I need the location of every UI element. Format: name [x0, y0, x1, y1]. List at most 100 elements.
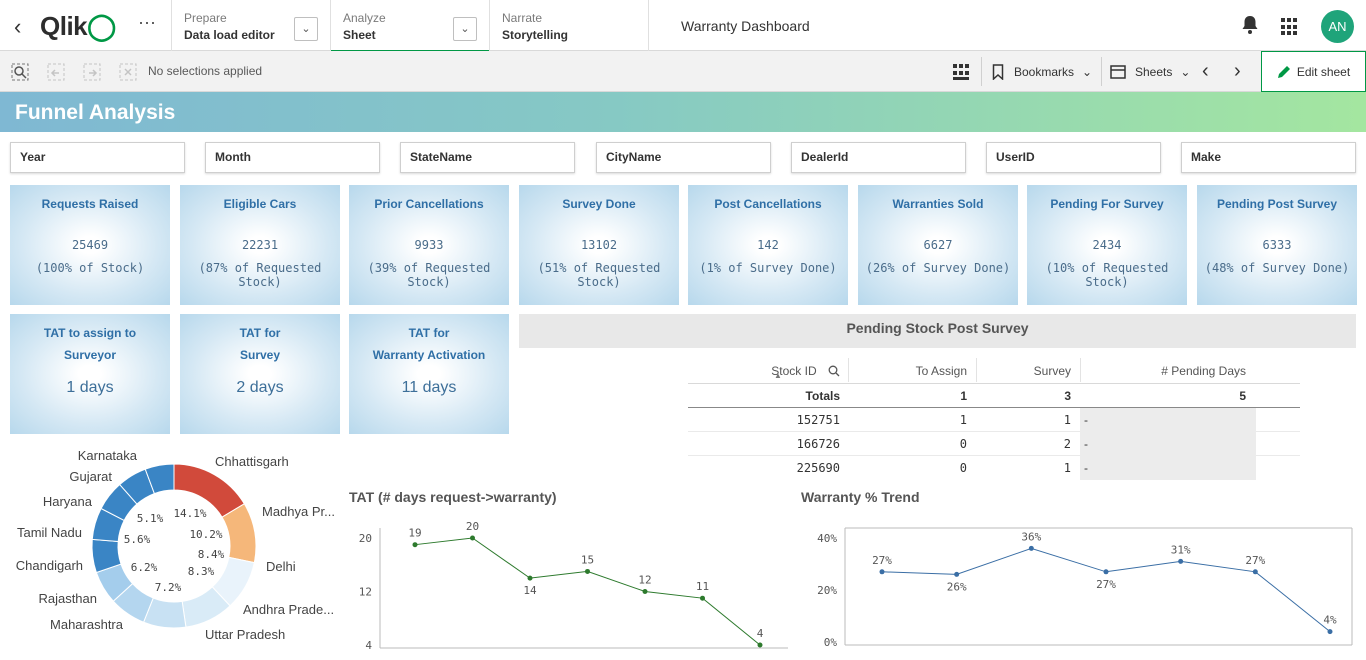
totals-survey: 3 — [1064, 389, 1071, 403]
qlik-logo[interactable]: Qlik◯ — [40, 11, 116, 42]
data-point[interactable] — [527, 575, 533, 581]
step-forward-icon[interactable] — [83, 63, 101, 81]
column-header-survey[interactable]: Survey — [976, 358, 1080, 382]
data-point[interactable] — [954, 571, 960, 577]
bookmark-icon — [992, 63, 1004, 80]
kpi-subtitle: (48% of Survey Done) — [1204, 261, 1350, 275]
nav-narrate-label: Narrate — [502, 11, 543, 25]
kpi-tat-warranty-activation[interactable]: TAT for Warranty Activation 11 days — [349, 314, 509, 434]
bookmarks-button[interactable]: Bookmarks ⌄ — [992, 51, 1092, 92]
kpi-survey-done[interactable]: Survey Done 13102 (51% of Requested Stoc… — [519, 185, 679, 305]
kpi-warranties-sold[interactable]: Warranties Sold 6627 (26% of Survey Done… — [858, 185, 1018, 305]
data-label: 36% — [1021, 530, 1041, 543]
kpi-subtitle: (10% of Requested Stock) — [1045, 261, 1169, 289]
selections-status: No selections applied — [148, 64, 263, 78]
cell-to-assign: 0 — [959, 461, 967, 475]
data-point[interactable] — [1103, 569, 1109, 575]
kpi-value: 1 days — [66, 379, 114, 396]
chevron-down-icon[interactable]: ⌄ — [453, 17, 477, 41]
next-sheet-icon[interactable]: › — [1234, 51, 1241, 92]
notification-bell-icon[interactable] — [1241, 15, 1259, 35]
filter-month[interactable]: Month — [205, 142, 380, 173]
cell-stock-id[interactable]: 225690 — [688, 456, 848, 480]
data-point[interactable] — [700, 595, 705, 601]
tat-line-chart[interactable]: 20 12 4 19 20 14 15 12 11 4 — [345, 515, 795, 660]
kpi-tat-assign[interactable]: TAT to assign to Surveyor 1 days — [10, 314, 170, 434]
cell-pending-days: - — [1080, 456, 1256, 480]
nav-narrate[interactable]: Narrate Storytelling — [489, 0, 649, 51]
cell-stock-id[interactable]: 166726 — [688, 432, 848, 456]
kpi-title: Pending Post Survey — [1216, 197, 1338, 211]
data-point[interactable] — [1178, 558, 1184, 564]
sort-ascending-icon[interactable]: ▲ — [774, 372, 782, 380]
clear-selections-icon[interactable] — [119, 63, 137, 81]
column-header-pending-days[interactable]: # Pending Days — [1080, 358, 1256, 382]
user-avatar[interactable]: AN — [1321, 10, 1354, 43]
filter-dealerid[interactable]: DealerId — [791, 142, 966, 173]
column-header-stock-id[interactable]: Stock ID ▲ — [688, 358, 848, 382]
table-row[interactable]: 152751 1 1 - — [688, 408, 1300, 432]
filter-userid[interactable]: UserID — [986, 142, 1161, 173]
cell-stock-id[interactable]: 152751 — [688, 408, 848, 432]
kpi-pending-post-survey[interactable]: Pending Post Survey 6333 (48% of Survey … — [1197, 185, 1357, 305]
kpi-eligible-cars[interactable]: Eligible Cars 22231 (87% of Requested St… — [180, 185, 340, 305]
kpi-tat-survey[interactable]: TAT for Survey 2 days — [180, 314, 340, 434]
filter-make[interactable]: Make — [1181, 142, 1356, 173]
filter-statename[interactable]: StateName — [400, 142, 575, 173]
kpi-subtitle: (87% of Requested Stock) — [198, 261, 322, 289]
pie-label: Rajasthan — [38, 591, 97, 606]
filter-year[interactable]: Year — [10, 142, 185, 173]
data-point[interactable] — [757, 642, 763, 648]
column-header-to-assign[interactable]: To Assign — [848, 358, 976, 382]
data-point[interactable] — [412, 542, 418, 548]
pending-stock-table: Stock ID ▲ To Assign Survey # Pending Da… — [688, 358, 1300, 480]
data-point[interactable] — [470, 535, 475, 541]
y-tick-label: 12 — [359, 586, 372, 599]
warranty-trend-line-chart[interactable]: 40% 20% 0% 27% 26% 36% 27% 31% 27% 4% — [797, 515, 1366, 660]
kpi-post-cancellations[interactable]: Post Cancellations 142 (1% of Survey Don… — [688, 185, 848, 305]
kpi-requests-raised[interactable]: Requests Raised 25469 (100% of Stock) — [10, 185, 170, 305]
kpi-prior-cancellations[interactable]: Prior Cancellations 9933 (39% of Request… — [349, 185, 509, 305]
table-row[interactable]: 225690 0 1 - — [688, 456, 1300, 480]
kpi-value: 2 days — [236, 379, 284, 396]
kpi-title: Eligible Cars — [223, 197, 297, 211]
data-point[interactable] — [1028, 545, 1034, 551]
data-point[interactable] — [879, 569, 885, 575]
nav-narrate-value: Storytelling — [502, 28, 569, 42]
data-point[interactable] — [1327, 629, 1333, 635]
data-point[interactable] — [585, 568, 590, 574]
nav-analyze[interactable]: Analyze Sheet ⌄ — [330, 0, 489, 52]
sheet-grid-icon[interactable] — [952, 63, 970, 81]
chevron-down-icon: ⌄ — [1082, 64, 1093, 79]
table-row[interactable]: 166726 0 2 - — [688, 432, 1300, 456]
cell-pending-days: - — [1080, 408, 1256, 432]
cell-to-assign: 0 — [959, 437, 967, 451]
back-icon[interactable]: ‹ — [14, 14, 21, 40]
kpi-title: Survey Done — [562, 197, 636, 211]
more-options-icon[interactable]: ⋯ — [138, 13, 157, 34]
kpi-value: 6333 — [1262, 238, 1292, 252]
pie-label: Chhattisgarh — [215, 454, 289, 469]
data-label: 14 — [523, 584, 537, 597]
data-point[interactable] — [1252, 569, 1258, 575]
kpi-subtitle: (39% of Requested Stock) — [367, 261, 491, 289]
app-launcher-icon[interactable] — [1281, 18, 1299, 36]
edit-sheet-button[interactable]: Edit sheet — [1261, 51, 1366, 92]
step-back-icon[interactable] — [47, 63, 65, 81]
previous-sheet-icon[interactable]: ‹ — [1202, 51, 1209, 92]
data-label: 15 — [581, 553, 594, 566]
totals-pending-days: 5 — [1239, 389, 1246, 403]
kpi-pending-for-survey[interactable]: Pending For Survey 2434 (10% of Requeste… — [1027, 185, 1187, 305]
chevron-down-icon[interactable]: ⌄ — [294, 17, 318, 41]
state-distribution-donut-chart[interactable]: Chhattisgarh Madhya Pr... Delhi Andhra Prad… — [0, 440, 345, 660]
kpi-title: Requests Raised — [41, 197, 139, 211]
data-point[interactable] — [642, 589, 648, 594]
search-icon[interactable] — [828, 365, 840, 377]
kpi-subtitle: (100% of Stock) — [35, 261, 145, 275]
sheets-button[interactable]: Sheets ⌄ — [1110, 51, 1190, 92]
nav-prepare[interactable]: Prepare Data load editor ⌄ — [171, 0, 330, 51]
y-tick-label: 0% — [824, 636, 838, 649]
smart-search-icon[interactable] — [11, 63, 29, 81]
filter-cityname[interactable]: CityName — [596, 142, 771, 173]
chevron-down-icon: ⌄ — [1180, 64, 1191, 79]
